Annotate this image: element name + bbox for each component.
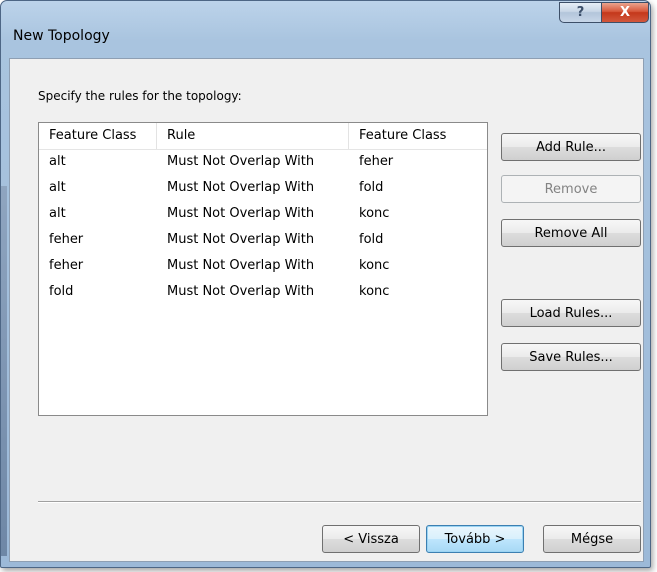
- rules-list-header: Feature Class Rule Feature Class: [39, 123, 487, 150]
- cell-feature-class-1: fold: [49, 284, 74, 299]
- cell-feature-class-2: konc: [359, 206, 390, 221]
- dialog-client-area: Specify the rules for the topology: Feat…: [9, 58, 644, 562]
- cell-rule: Must Not Overlap With: [167, 180, 315, 195]
- save-rules-button[interactable]: Save Rules...: [501, 343, 641, 371]
- table-row[interactable]: fold Must Not Overlap With konc: [39, 279, 487, 305]
- remove-all-button[interactable]: Remove All: [501, 219, 641, 247]
- table-row[interactable]: feher Must Not Overlap With konc: [39, 253, 487, 279]
- table-row[interactable]: alt Must Not Overlap With feher: [39, 149, 487, 175]
- window-frame-edge: [1, 186, 7, 556]
- help-button[interactable]: ?: [559, 2, 602, 23]
- back-button[interactable]: < Vissza: [322, 525, 420, 553]
- add-rule-button[interactable]: Add Rule...: [501, 133, 641, 161]
- load-rules-button[interactable]: Load Rules...: [501, 299, 641, 327]
- cell-feature-class-2: konc: [359, 258, 390, 273]
- close-icon: X: [619, 5, 631, 20]
- cell-feature-class-2: konc: [359, 284, 390, 299]
- cell-feature-class-2: fold: [359, 180, 384, 195]
- rules-list[interactable]: Feature Class Rule Feature Class alt Mus…: [38, 122, 488, 416]
- dialog-window: New Topology ? X Specify the rules for t…: [0, 0, 651, 568]
- table-row[interactable]: alt Must Not Overlap With konc: [39, 201, 487, 227]
- cell-feature-class-1: alt: [49, 180, 66, 195]
- cell-rule: Must Not Overlap With: [167, 232, 315, 247]
- column-header-feature-class-1[interactable]: Feature Class: [39, 123, 157, 149]
- cell-feature-class-1: alt: [49, 206, 66, 221]
- cell-rule: Must Not Overlap With: [167, 206, 315, 221]
- cell-feature-class-1: feher: [49, 258, 84, 273]
- footer-separator: [38, 501, 641, 503]
- cell-rule: Must Not Overlap With: [167, 258, 315, 273]
- next-button[interactable]: Tovább >: [426, 525, 524, 553]
- column-header-feature-class-2[interactable]: Feature Class: [349, 123, 487, 149]
- table-row[interactable]: alt Must Not Overlap With fold: [39, 175, 487, 201]
- table-row[interactable]: feher Must Not Overlap With fold: [39, 227, 487, 253]
- close-button[interactable]: X: [601, 2, 649, 23]
- cell-rule: Must Not Overlap With: [167, 154, 315, 169]
- help-icon: ?: [576, 5, 585, 20]
- cell-feature-class-2: fold: [359, 232, 384, 247]
- cell-feature-class-2: feher: [359, 154, 394, 169]
- rules-prompt-label: Specify the rules for the topology:: [38, 89, 242, 103]
- cell-feature-class-1: alt: [49, 154, 66, 169]
- window-title: New Topology: [13, 28, 110, 44]
- column-header-rule[interactable]: Rule: [157, 123, 349, 149]
- remove-button[interactable]: Remove: [501, 175, 641, 203]
- cell-rule: Must Not Overlap With: [167, 284, 315, 299]
- cell-feature-class-1: feher: [49, 232, 84, 247]
- cancel-button[interactable]: Mégse: [543, 525, 641, 553]
